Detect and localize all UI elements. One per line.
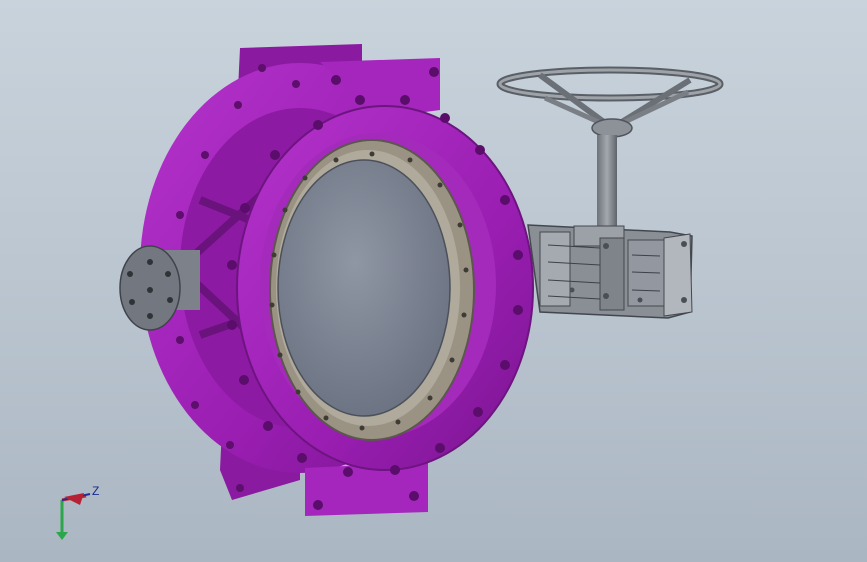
gearbox[interactable] xyxy=(527,224,693,319)
valve-stem xyxy=(597,135,617,230)
coordinate-triad xyxy=(56,493,91,540)
3d-model-viewport[interactable] xyxy=(0,0,867,562)
valve-disc[interactable] xyxy=(277,159,451,417)
handwheel[interactable] xyxy=(496,66,724,138)
triad-z-label: Z xyxy=(92,484,100,498)
